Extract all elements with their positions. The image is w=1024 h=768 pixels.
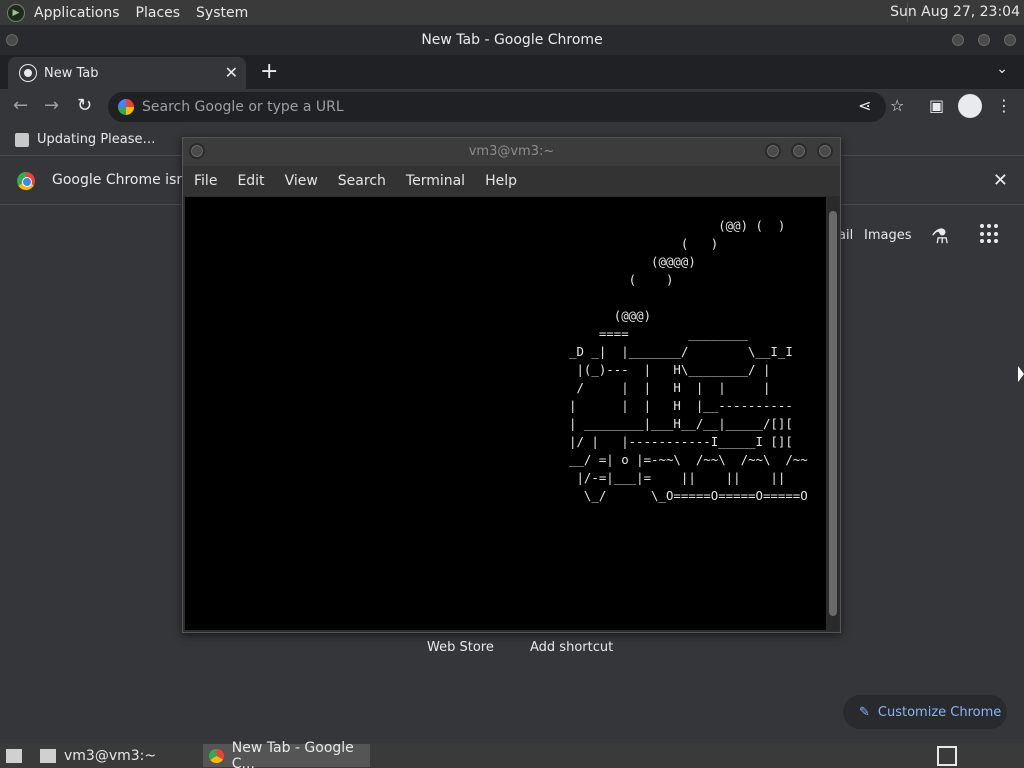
bookmark-page-icon [15,132,29,147]
infobar-message: Google Chrome isn't [52,172,195,188]
google-g-icon [118,99,134,115]
terminal-app-icon [40,748,56,763]
infobar-close-icon[interactable]: ✕ [993,170,1008,191]
chrome-logo-icon [17,172,35,190]
terminal-scrollbar-thumb[interactable] [829,211,837,616]
terminal-window-menu-button[interactable] [189,143,205,159]
side-panel-icon[interactable]: ▣ [929,96,944,115]
terminal-menubar: File Edit View Search Terminal Help [183,166,840,196]
show-desktop-button[interactable] [0,744,28,767]
images-link[interactable]: Images [864,228,912,243]
tab-title: New Tab [44,65,99,81]
bookmark-label: Updating Please… [37,132,156,147]
reload-icon[interactable]: ↻ [77,95,92,116]
bookmark-star-icon[interactable]: ☆ [890,96,904,115]
back-arrow-icon[interactable]: ← [13,95,28,116]
customize-chrome-button[interactable]: ✎ Customize Chrome [843,695,1007,729]
chrome-window-titlebar[interactable]: New Tab - Google Chrome [0,25,1024,55]
omnibox-placeholder: Search Google or type a URL [142,99,344,115]
new-tab-button[interactable]: + [260,59,278,84]
chrome-window-title: New Tab - Google Chrome [421,32,603,48]
pencil-icon: ✎ [859,704,870,720]
customize-label: Customize Chrome [877,704,1002,720]
window-menu-button[interactable] [4,32,20,48]
close-window-button[interactable] [1002,32,1018,48]
applications-menu[interactable]: Applications [34,5,120,21]
terminal-menu-file[interactable]: File [194,173,217,189]
terminal-close-button[interactable] [817,143,833,159]
clock[interactable]: Sun Aug 27, 23:04 [890,4,1020,20]
top-panel: ▶ Applications Places System Sun Aug 27,… [0,0,1024,25]
terminal-menu-help[interactable]: Help [485,173,517,189]
labs-flask-icon[interactable]: ⚗ [931,224,949,248]
google-apps-icon[interactable] [980,224,1000,244]
chrome-app-icon [209,748,224,763]
taskbar-chrome[interactable]: New Tab - Google C... [203,740,370,768]
maximize-button[interactable] [976,32,992,48]
terminal-menu-view[interactable]: View [285,173,318,189]
share-icon[interactable]: ⋖ [858,96,871,115]
distro-logo-icon[interactable]: ▶ [7,3,25,22]
terminal-menu-edit[interactable]: Edit [237,173,264,189]
terminal-titlebar[interactable]: vm3@vm3:~ [183,138,840,166]
terminal-scrollbar[interactable] [828,197,838,630]
desktop: ▶ Applications Places System Sun Aug 27,… [0,0,1024,768]
tab-strip: New Tab ✕ + ⌄ [0,55,1024,89]
shortcut-add[interactable]: Add shortcut [530,640,613,655]
profile-avatar[interactable] [958,94,982,118]
taskbar-terminal[interactable]: vm3@vm3:~ [34,744,198,767]
tab-search-chevron-icon[interactable]: ⌄ [996,61,1008,77]
places-menu[interactable]: Places [136,5,181,21]
tab-new-tab[interactable]: New Tab ✕ [8,57,246,89]
workspace-switcher[interactable] [937,746,957,766]
terminal-window: vm3@vm3:~ File Edit View Search Terminal… [182,137,841,633]
terminal-maximize-button[interactable] [791,143,807,159]
forward-arrow-icon[interactable]: → [44,95,59,116]
mouse-cursor-icon [1018,366,1024,382]
taskbar-terminal-label: vm3@vm3:~ [64,747,157,764]
terminal-screen[interactable]: (@@) ( ) ( ) (@@@@) ( ) (@@@) ==== _____… [185,197,826,630]
desktop-icon [6,748,22,763]
omnibox[interactable]: Search Google or type a URL [108,92,886,122]
chrome-favicon-icon [20,65,36,81]
bookmark-updating[interactable]: Updating Please… [15,132,156,147]
taskbar-chrome-label: New Tab - Google C... [231,739,354,768]
terminal-menu-search[interactable]: Search [338,173,386,189]
terminal-title: vm3@vm3:~ [468,144,555,159]
terminal-ascii-train: (@@) ( ) ( ) (@@@@) ( ) (@@@) ==== _____… [569,218,808,503]
chrome-menu-icon[interactable]: ⋮ [996,96,1012,115]
system-menu[interactable]: System [196,5,248,21]
bottom-panel: vm3@vm3:~ New Tab - Google C... [0,740,1024,768]
tab-close-icon[interactable]: ✕ [225,63,238,82]
shortcut-web-store[interactable]: Web Store [427,640,494,655]
terminal-minimize-button[interactable] [765,143,781,159]
terminal-menu-terminal[interactable]: Terminal [406,173,465,189]
toolbar: ← → ↻ Search Google or type a URL ⋖ ☆ ▣ … [0,89,1024,125]
minimize-button[interactable] [950,32,966,48]
